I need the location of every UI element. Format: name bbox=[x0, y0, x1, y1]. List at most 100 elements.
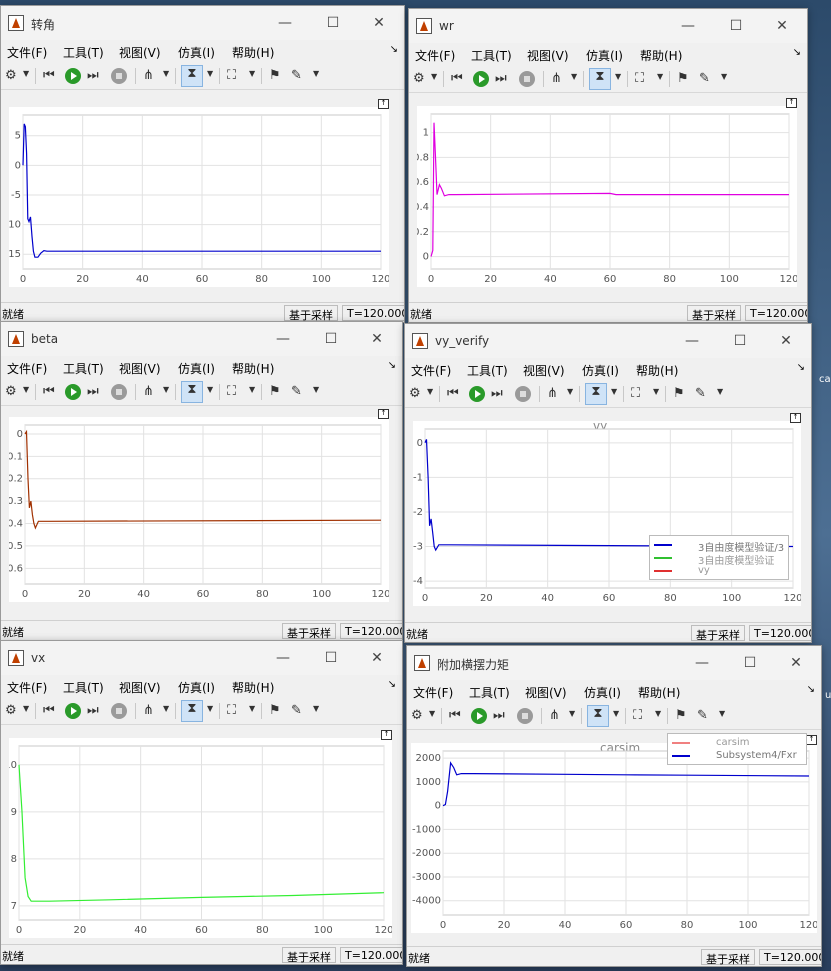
menu-view[interactable]: 视图(V) bbox=[523, 362, 565, 379]
stop-icon[interactable] bbox=[111, 384, 127, 400]
autoscale-icon[interactable]: ⛶ bbox=[227, 384, 236, 400]
menu-view[interactable]: 视图(V) bbox=[527, 47, 569, 64]
settings-gear-icon[interactable]: ⚙ bbox=[5, 384, 17, 400]
close-button[interactable]: ✕ bbox=[775, 331, 797, 351]
menu-help[interactable]: 帮助(H) bbox=[638, 684, 680, 701]
maximize-button[interactable]: ☐ bbox=[729, 331, 751, 351]
zoom-icon[interactable]: ⧗ bbox=[589, 68, 611, 90]
menu-simulation[interactable]: 仿真(I) bbox=[584, 684, 621, 701]
plot-area[interactable]: ↑ 02040608010012010987 bbox=[9, 730, 392, 938]
menu-file[interactable]: 文件(F) bbox=[7, 360, 47, 377]
menu-help[interactable]: 帮助(H) bbox=[232, 360, 274, 377]
menu-tools[interactable]: 工具(T) bbox=[467, 362, 508, 379]
stop-icon[interactable] bbox=[111, 68, 127, 84]
autoscale-dropdown-icon[interactable]: ▼ bbox=[249, 69, 255, 78]
menu-view[interactable]: 视图(V) bbox=[119, 679, 161, 696]
measurement-dropdown-icon[interactable]: ▼ bbox=[313, 69, 319, 78]
settings-dropdown-icon[interactable]: ▼ bbox=[431, 72, 437, 81]
menu-view[interactable]: 视图(V) bbox=[119, 360, 161, 377]
autoscale-dropdown-icon[interactable]: ▼ bbox=[249, 704, 255, 713]
maximize-button[interactable]: ☐ bbox=[739, 653, 761, 673]
menu-file[interactable]: 文件(F) bbox=[413, 684, 453, 701]
close-button[interactable]: ✕ bbox=[368, 13, 390, 33]
scope-window[interactable]: 附加横摆力矩 — ☐ ✕ 文件(F) 工具(T) 视图(V) 仿真(I) 帮助(… bbox=[406, 645, 822, 967]
step-forward-icon[interactable]: ⏭ bbox=[491, 386, 503, 402]
trigger-icon[interactable]: ⚑ bbox=[673, 386, 685, 402]
menu-tools[interactable]: 工具(T) bbox=[471, 47, 512, 64]
plot-area[interactable]: ↑ carsim 0 20 40 60 80 100 120 2000 1000 0 -1000 -2… bbox=[411, 733, 817, 933]
settings-dropdown-icon[interactable]: ▼ bbox=[23, 704, 29, 713]
autoscale-dropdown-icon[interactable]: ▼ bbox=[653, 387, 659, 396]
minimize-button[interactable]: — bbox=[274, 13, 296, 33]
stop-icon[interactable] bbox=[111, 703, 127, 719]
zoom-icon[interactable]: ⧗ bbox=[181, 381, 203, 403]
signal-dropdown-icon[interactable]: ▼ bbox=[571, 72, 577, 81]
stop-icon[interactable] bbox=[519, 71, 535, 87]
autoscale-dropdown-icon[interactable]: ▼ bbox=[249, 385, 255, 394]
run-icon[interactable] bbox=[469, 386, 485, 402]
measurement-dropdown-icon[interactable]: ▼ bbox=[313, 704, 319, 713]
title-bar[interactable]: 附加横摆力矩 — ☐ ✕ bbox=[407, 646, 821, 680]
close-button[interactable]: ✕ bbox=[785, 653, 807, 673]
settings-dropdown-icon[interactable]: ▼ bbox=[427, 387, 433, 396]
settings-dropdown-icon[interactable]: ▼ bbox=[23, 69, 29, 78]
menu-overflow-icon[interactable]: ↘ bbox=[797, 362, 805, 373]
menu-simulation[interactable]: 仿真(I) bbox=[586, 47, 623, 64]
step-back-icon[interactable]: ⏮ bbox=[43, 384, 55, 400]
menu-simulation[interactable]: 仿真(I) bbox=[178, 44, 215, 61]
autoscale-icon[interactable]: ⛶ bbox=[227, 703, 236, 719]
scope-window[interactable]: 转角 — ☐ ✕ 文件(F) 工具(T) 视图(V) 仿真(I) 帮助(H) ↘… bbox=[0, 5, 405, 323]
step-back-icon[interactable]: ⏮ bbox=[43, 68, 55, 84]
signal-dropdown-icon[interactable]: ▼ bbox=[569, 709, 575, 718]
step-forward-icon[interactable]: ⏭ bbox=[493, 708, 505, 724]
close-button[interactable]: ✕ bbox=[366, 329, 388, 349]
close-button[interactable]: ✕ bbox=[771, 16, 793, 36]
maximize-button[interactable]: ☐ bbox=[725, 16, 747, 36]
measurement-dropdown-icon[interactable]: ▼ bbox=[313, 385, 319, 394]
settings-gear-icon[interactable]: ⚙ bbox=[5, 68, 17, 84]
step-back-icon[interactable]: ⏮ bbox=[43, 703, 55, 719]
scope-window[interactable]: wr — ☐ ✕ 文件(F) 工具(T) 视图(V) 仿真(I) 帮助(H) ↘… bbox=[408, 8, 808, 323]
zoom-dropdown-icon[interactable]: ▼ bbox=[613, 709, 619, 718]
minimize-button[interactable]: — bbox=[681, 331, 703, 351]
signal-dropdown-icon[interactable]: ▼ bbox=[163, 385, 169, 394]
menu-tools[interactable]: 工具(T) bbox=[63, 360, 104, 377]
menu-tools[interactable]: 工具(T) bbox=[63, 44, 104, 61]
zoom-dropdown-icon[interactable]: ▼ bbox=[207, 69, 213, 78]
signal-dropdown-icon[interactable]: ▼ bbox=[567, 387, 573, 396]
autoscale-icon[interactable]: ⛶ bbox=[635, 71, 644, 87]
settings-gear-icon[interactable]: ⚙ bbox=[411, 708, 423, 724]
maximize-button[interactable]: ☐ bbox=[320, 648, 342, 668]
trigger-icon[interactable]: ⚑ bbox=[675, 708, 687, 724]
zoom-dropdown-icon[interactable]: ▼ bbox=[207, 704, 213, 713]
step-back-icon[interactable]: ⏮ bbox=[447, 386, 459, 402]
signal-dropdown-icon[interactable]: ▼ bbox=[163, 704, 169, 713]
title-bar[interactable]: vx — ☐ ✕ bbox=[1, 641, 402, 675]
settings-dropdown-icon[interactable]: ▼ bbox=[429, 709, 435, 718]
trigger-icon[interactable]: ⚑ bbox=[677, 71, 689, 87]
step-back-icon[interactable]: ⏮ bbox=[449, 708, 461, 724]
settings-gear-icon[interactable]: ⚙ bbox=[409, 386, 421, 402]
zoom-dropdown-icon[interactable]: ▼ bbox=[615, 72, 621, 81]
menu-tools[interactable]: 工具(T) bbox=[469, 684, 510, 701]
autoscale-dropdown-icon[interactable]: ▼ bbox=[657, 72, 663, 81]
step-forward-icon[interactable]: ⏭ bbox=[495, 71, 507, 87]
menu-help[interactable]: 帮助(H) bbox=[636, 362, 678, 379]
chart-legend[interactable]: 3自由度模型验证/3 3自由度模型验证 vy bbox=[649, 535, 789, 580]
step-forward-icon[interactable]: ⏭ bbox=[87, 384, 99, 400]
run-icon[interactable] bbox=[473, 71, 489, 87]
plot-area[interactable]: ↑ vy 0 20 40 60 80 100 120 0 -1 -2 -3 -4 3自由度模型验证/3… bbox=[413, 413, 801, 606]
title-bar[interactable]: beta — ☐ ✕ bbox=[1, 322, 402, 356]
run-icon[interactable] bbox=[471, 708, 487, 724]
scope-window[interactable]: vx — ☐ ✕ 文件(F) 工具(T) 视图(V) 仿真(I) 帮助(H) ↘… bbox=[0, 640, 403, 965]
run-icon[interactable] bbox=[65, 703, 81, 719]
trigger-icon[interactable]: ⚑ bbox=[269, 703, 281, 719]
menu-overflow-icon[interactable]: ↘ bbox=[390, 44, 398, 55]
scope-window[interactable]: beta — ☐ ✕ 文件(F) 工具(T) 视图(V) 仿真(I) 帮助(H)… bbox=[0, 321, 403, 641]
menu-simulation[interactable]: 仿真(I) bbox=[178, 679, 215, 696]
minimize-button[interactable]: — bbox=[691, 653, 713, 673]
zoom-icon[interactable]: ⧗ bbox=[585, 383, 607, 405]
menu-file[interactable]: 文件(F) bbox=[7, 44, 47, 61]
autoscale-dropdown-icon[interactable]: ▼ bbox=[655, 709, 661, 718]
plot-area[interactable]: ↑ 02040608010012050-5-10-15 bbox=[9, 99, 389, 287]
